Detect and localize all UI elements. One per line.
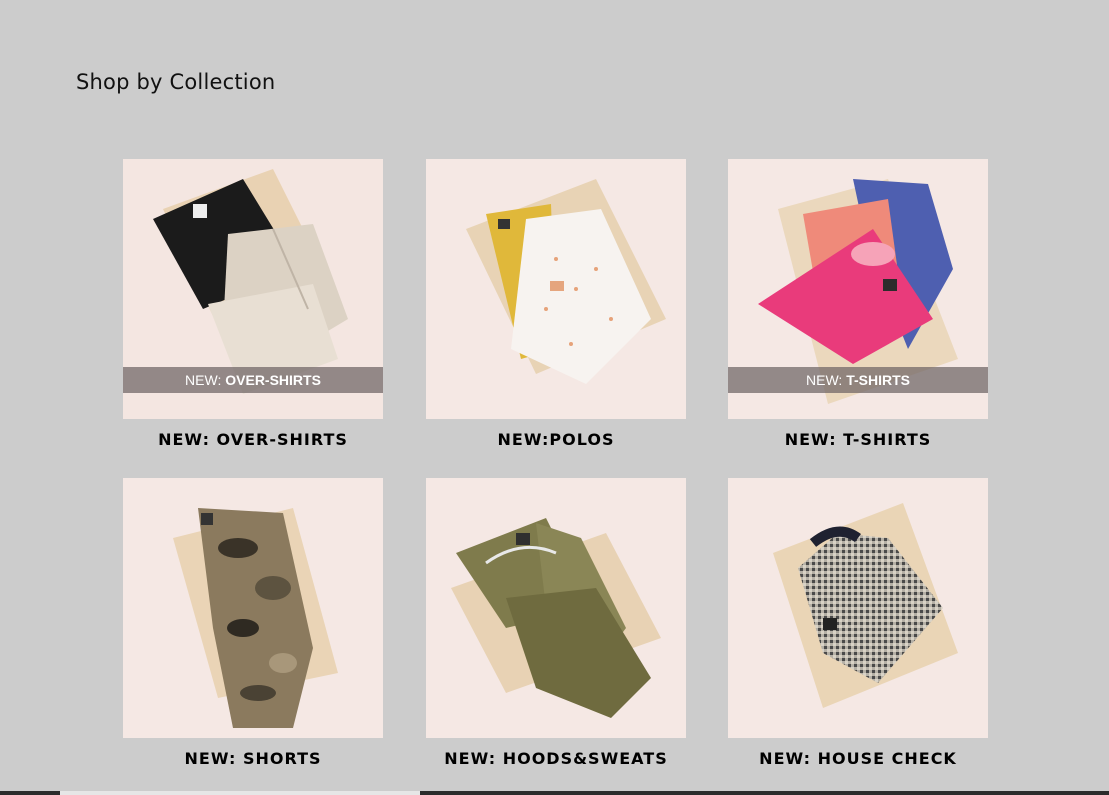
collection-caption[interactable]: NEW: OVER-SHIRTS [123,430,383,449]
collection-caption[interactable]: NEW: HOODS&SWEATS [426,749,686,768]
overlay-prefix: NEW: [185,372,226,388]
house-check-image[interactable] [728,478,988,738]
collection-card-shorts[interactable]: NEW: SHORTS [123,478,383,768]
over-shirts-overlay: NEW: OVER-SHIRTS [123,367,383,393]
collection-caption[interactable]: NEW: HOUSE CHECK [728,749,988,768]
scrollbar-thumb[interactable] [60,791,420,795]
overlay-label: OVER-SHIRTS [225,372,321,388]
collection-caption[interactable]: NEW:POLOS [426,430,686,449]
shorts-image[interactable] [123,478,383,738]
t-shirts-image[interactable]: NEW: T-SHIRTS [728,159,988,419]
collection-card-t-shirts[interactable]: NEW: T-SHIRTS NEW: T-SHIRTS [728,159,988,449]
over-shirts-image[interactable]: NEW: OVER-SHIRTS [123,159,383,419]
hoods-sweats-image[interactable] [426,478,686,738]
overlay-label: T-SHIRTS [846,372,910,388]
collection-card-over-shirts[interactable]: NEW: OVER-SHIRTS NEW: OVER-SHIRTS [123,159,383,449]
collection-card-house-check[interactable]: NEW: HOUSE CHECK [728,478,988,768]
collection-caption[interactable]: NEW: T-SHIRTS [728,430,988,449]
collection-card-polos[interactable]: NEW:POLOS [426,159,686,449]
horizontal-scrollbar[interactable] [0,791,1109,795]
collection-caption[interactable]: NEW: SHORTS [123,749,383,768]
section-heading: Shop by Collection [76,70,276,94]
collection-card-hoods-sweats[interactable]: NEW: HOODS&SWEATS [426,478,686,768]
polos-image[interactable] [426,159,686,419]
t-shirts-overlay: NEW: T-SHIRTS [728,367,988,393]
overlay-prefix: NEW: [806,372,847,388]
